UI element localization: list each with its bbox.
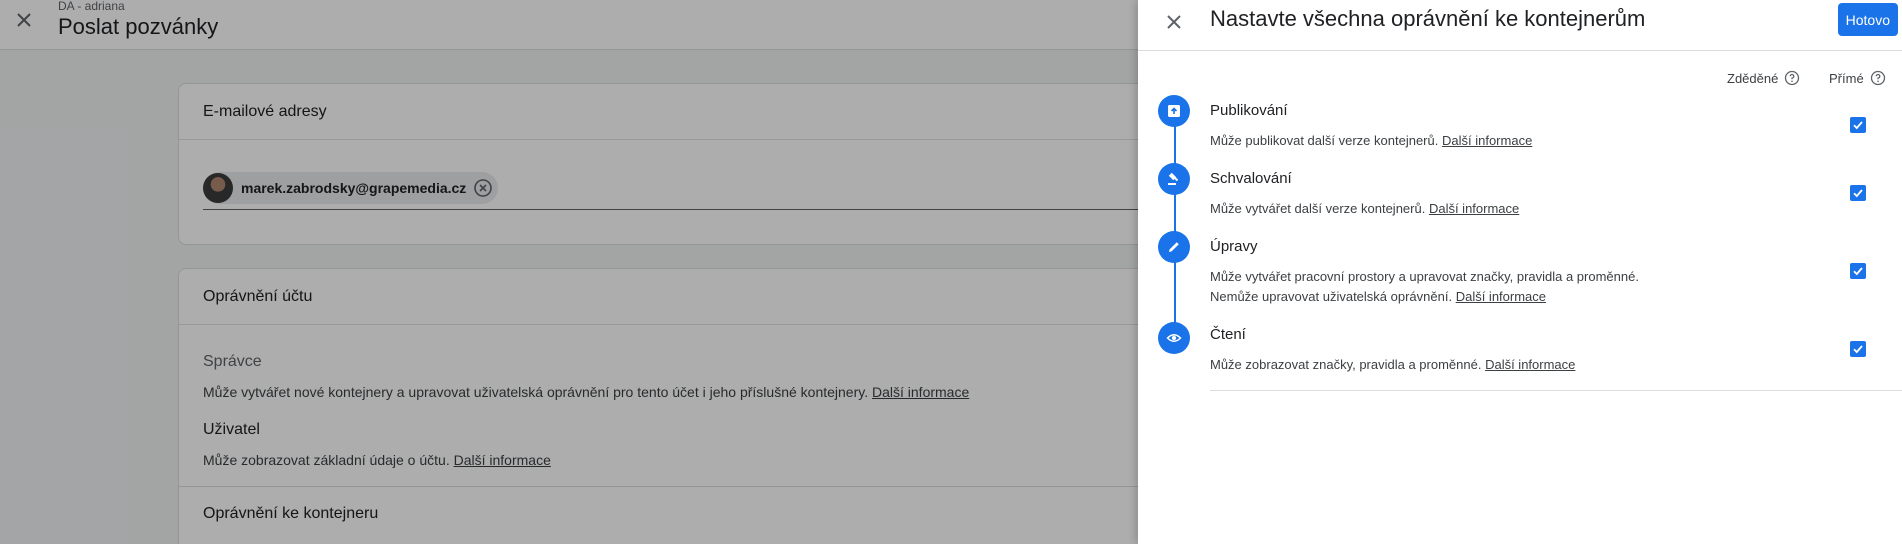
permission-desc: Může zobrazovat značky, pravidla a promě…: [1210, 357, 1576, 372]
learn-more-link[interactable]: Další informace: [1442, 133, 1532, 148]
direct-checkbox[interactable]: [1850, 185, 1866, 201]
help-icon[interactable]: [1784, 70, 1800, 86]
permission-title: Úpravy: [1210, 238, 1258, 255]
permission-title: Čtení: [1210, 326, 1246, 343]
pencil-icon: [1158, 231, 1190, 263]
learn-more-link[interactable]: Další informace: [1456, 289, 1546, 304]
help-icon[interactable]: [1870, 70, 1886, 86]
permission-desc: Může publikovat další verze kontejnerů. …: [1210, 133, 1533, 148]
permission-desc: Může vytvářet pracovní prostory a upravo…: [1210, 269, 1639, 304]
close-icon[interactable]: [1162, 10, 1186, 34]
gavel-icon: [1158, 163, 1190, 195]
column-direct: Přímé: [1829, 70, 1886, 86]
direct-checkbox[interactable]: [1850, 341, 1866, 357]
direct-checkbox[interactable]: [1850, 263, 1866, 279]
panel-title: Nastavte všechna oprávnění ke kontejnerů…: [1210, 6, 1646, 31]
column-inherited: Zděděné: [1727, 70, 1800, 86]
column-direct-label: Přímé: [1829, 70, 1864, 86]
column-inherited-label: Zděděné: [1727, 70, 1779, 86]
permission-title: Publikování: [1210, 102, 1288, 119]
divider: [1210, 390, 1902, 391]
done-button[interactable]: Hotovo: [1837, 3, 1898, 36]
eye-icon: [1158, 322, 1190, 354]
permission-title: Schvalování: [1210, 170, 1292, 187]
learn-more-link[interactable]: Další informace: [1429, 201, 1519, 216]
container-permissions-panel: Nastavte všechna oprávnění ke kontejnerů…: [1138, 0, 1902, 544]
panel-header: Nastavte všechna oprávnění ke kontejnerů…: [1138, 0, 1902, 51]
permission-desc: Může vytvářet další verze kontejnerů. Da…: [1210, 201, 1520, 216]
permission-timeline: [1174, 108, 1176, 338]
direct-checkbox[interactable]: [1850, 117, 1866, 133]
learn-more-link[interactable]: Další informace: [1485, 357, 1575, 372]
publish-icon: [1158, 95, 1190, 127]
